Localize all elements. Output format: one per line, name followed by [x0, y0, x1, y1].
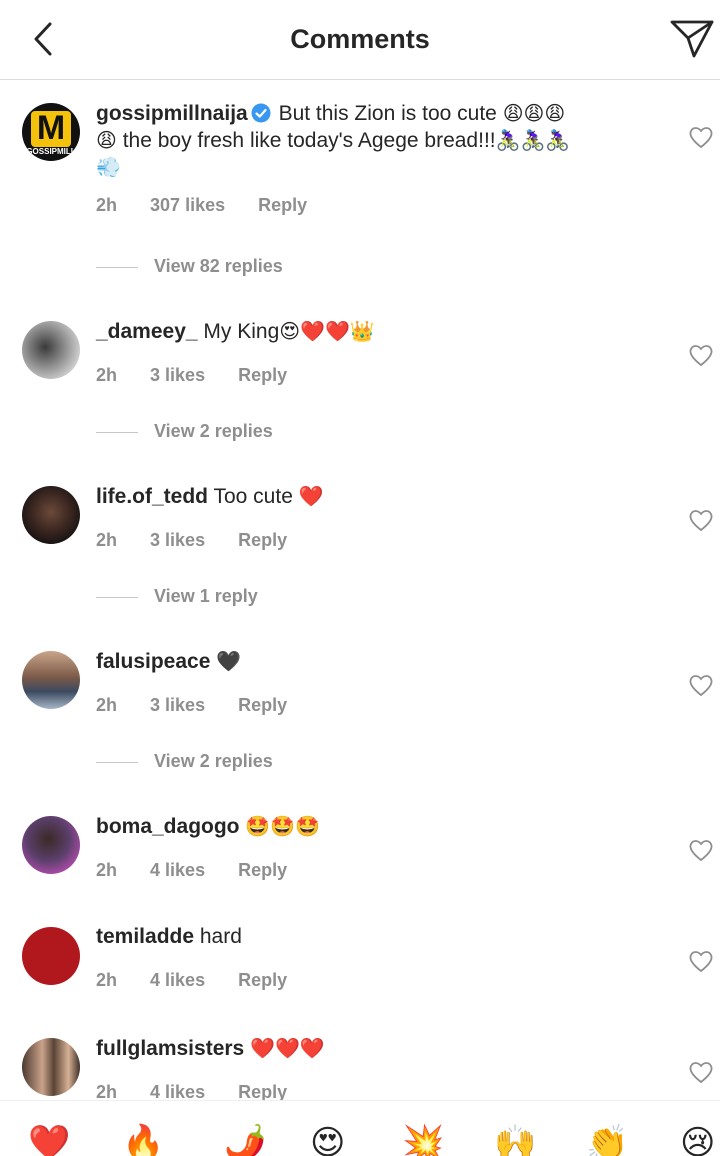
username[interactable]: falusipeace	[96, 650, 210, 673]
avatar[interactable]	[22, 927, 80, 985]
comment-time: 2h	[96, 530, 118, 550]
comment-time: 2h	[96, 695, 118, 715]
comment-body: falusipeace 🖤 2h 3 likes Reply	[96, 648, 656, 716]
comment-time: 2h	[96, 195, 118, 215]
username[interactable]: boma_dagogo	[96, 815, 240, 838]
like-heart-icon[interactable]	[688, 838, 714, 862]
view-replies-label: View 1 reply	[154, 586, 258, 606]
reply-button[interactable]: Reply	[238, 695, 287, 715]
verified-badge-icon	[251, 103, 271, 123]
comment-text: But this Zion is too cute	[278, 102, 497, 125]
likes-count[interactable]: 4 likes	[150, 1082, 205, 1102]
comment-meta: 2h 4 likes Reply	[96, 860, 656, 881]
like-heart-icon[interactable]	[688, 1060, 714, 1084]
view-replies-label: View 2 replies	[154, 421, 273, 441]
view-replies-label: View 82 replies	[154, 256, 283, 276]
avatar[interactable]: M GOSSIPMILL	[22, 103, 80, 161]
avatar[interactable]	[22, 816, 80, 874]
reply-button[interactable]: Reply	[258, 195, 307, 215]
divider	[96, 596, 138, 598]
comment-body: _dameey_ My King😍❤️❤️👑 2h 3 likes Reply	[96, 318, 656, 386]
page-title: Comments	[290, 24, 430, 54]
comment-time: 2h	[96, 860, 118, 880]
comment-meta: 2h 3 likes Reply	[96, 530, 656, 551]
likes-count[interactable]: 3 likes	[150, 530, 205, 550]
reaction-raised-hands[interactable]: 🙌	[494, 1123, 536, 1156]
emoji-hearts: ❤️❤️❤️	[250, 1036, 325, 1060]
avatar[interactable]	[22, 651, 80, 709]
comment-text: the boy fresh like today's Agege bread!!…	[122, 129, 496, 152]
reaction-crying[interactable]: 😢	[680, 1123, 715, 1156]
reply-button[interactable]: Reply	[238, 530, 287, 550]
divider	[96, 266, 138, 268]
avatar-logo-letter: M	[36, 109, 66, 147]
header-bar: Comments	[0, 0, 720, 80]
username[interactable]: life.of_tedd	[96, 485, 208, 508]
like-heart-icon[interactable]	[688, 508, 714, 532]
likes-count[interactable]: 4 likes	[150, 860, 205, 880]
avatar[interactable]	[22, 321, 80, 379]
comment-time: 2h	[96, 970, 118, 990]
avatar[interactable]	[22, 1038, 80, 1096]
comment-meta: 2h 307 likes Reply	[96, 195, 656, 216]
emoji-weary: 😩	[96, 128, 117, 152]
reaction-fire[interactable]: 🔥	[122, 1123, 164, 1156]
reaction-heart[interactable]: ❤️	[28, 1123, 70, 1156]
comment-body: life.of_tedd Too cute ❤️ 2h 3 likes Repl…	[96, 483, 656, 551]
comment-time: 2h	[96, 1082, 118, 1102]
reply-button[interactable]: Reply	[238, 1082, 287, 1102]
share-button[interactable]	[668, 16, 716, 60]
likes-count[interactable]: 3 likes	[150, 365, 205, 385]
avatar[interactable]	[22, 486, 80, 544]
likes-count[interactable]: 3 likes	[150, 695, 205, 715]
emoji-cyclist: 🚴🏿‍♀️🚴🏿‍♀️🚴🏿‍♀️	[495, 128, 571, 152]
like-heart-icon[interactable]	[688, 673, 714, 697]
reply-button[interactable]: Reply	[238, 365, 287, 385]
comment-body: boma_dagogo 🤩🤩🤩 2h 4 likes Reply	[96, 813, 656, 881]
emoji-dash: 💨	[96, 155, 121, 179]
view-replies-label: View 2 replies	[154, 751, 273, 771]
view-replies-button[interactable]: View 2 replies	[96, 421, 273, 442]
reaction-boom[interactable]: 💥	[402, 1123, 444, 1156]
reply-button[interactable]: Reply	[238, 860, 287, 880]
comment-body: temiladde hard 2h 4 likes Reply	[96, 924, 656, 991]
paper-plane-icon	[670, 20, 714, 58]
comment-body: fullglamsisters ❤️❤️❤️ 2h 4 likes Reply	[96, 1035, 656, 1103]
emoji-black-heart: 🖤	[216, 649, 242, 673]
emoji-reaction-bar: ❤️ 🔥 🌶️ 😍 💥 🙌 👏 😢	[0, 1100, 720, 1156]
reaction-clap[interactable]: 👏	[586, 1123, 628, 1156]
likes-count[interactable]: 4 likes	[150, 970, 205, 990]
emoji-hearts-crown: 😍❤️❤️👑	[279, 319, 375, 343]
username[interactable]: temiladde	[96, 925, 194, 948]
username[interactable]: fullglamsisters	[96, 1037, 244, 1060]
emoji-weary: 😩😩😩	[502, 101, 566, 125]
like-heart-icon[interactable]	[688, 125, 714, 149]
reply-button[interactable]: Reply	[238, 970, 287, 990]
username[interactable]: _dameey_	[96, 320, 198, 343]
view-replies-button[interactable]: View 82 replies	[96, 256, 283, 277]
likes-count[interactable]: 307 likes	[150, 195, 225, 215]
like-heart-icon[interactable]	[688, 343, 714, 367]
divider	[96, 761, 138, 763]
comment-time: 2h	[96, 365, 118, 385]
view-replies-button[interactable]: View 1 reply	[96, 586, 258, 607]
username[interactable]: gossipmillnaija	[96, 102, 248, 125]
comment-text: My King	[203, 320, 280, 343]
comment-meta: 2h 3 likes Reply	[96, 695, 656, 716]
comment-text: hard	[199, 925, 242, 948]
like-heart-icon[interactable]	[688, 949, 714, 973]
reaction-heart-eyes[interactable]: 😍	[310, 1123, 345, 1156]
divider	[96, 431, 138, 433]
emoji-star-struck: 🤩🤩🤩	[245, 814, 321, 838]
comment-body: gossipmillnaija But this Zion is too cut…	[96, 100, 656, 216]
view-replies-button[interactable]: View 2 replies	[96, 751, 273, 772]
reaction-pepper[interactable]: 🌶️	[224, 1123, 266, 1156]
comment-text: Too cute	[213, 485, 293, 508]
emoji-heart: ❤️	[298, 484, 324, 508]
avatar-logo-text: GOSSIPMILL	[26, 147, 76, 156]
comment-meta: 2h 3 likes Reply	[96, 365, 656, 386]
comment-meta: 2h 4 likes Reply	[96, 970, 656, 991]
